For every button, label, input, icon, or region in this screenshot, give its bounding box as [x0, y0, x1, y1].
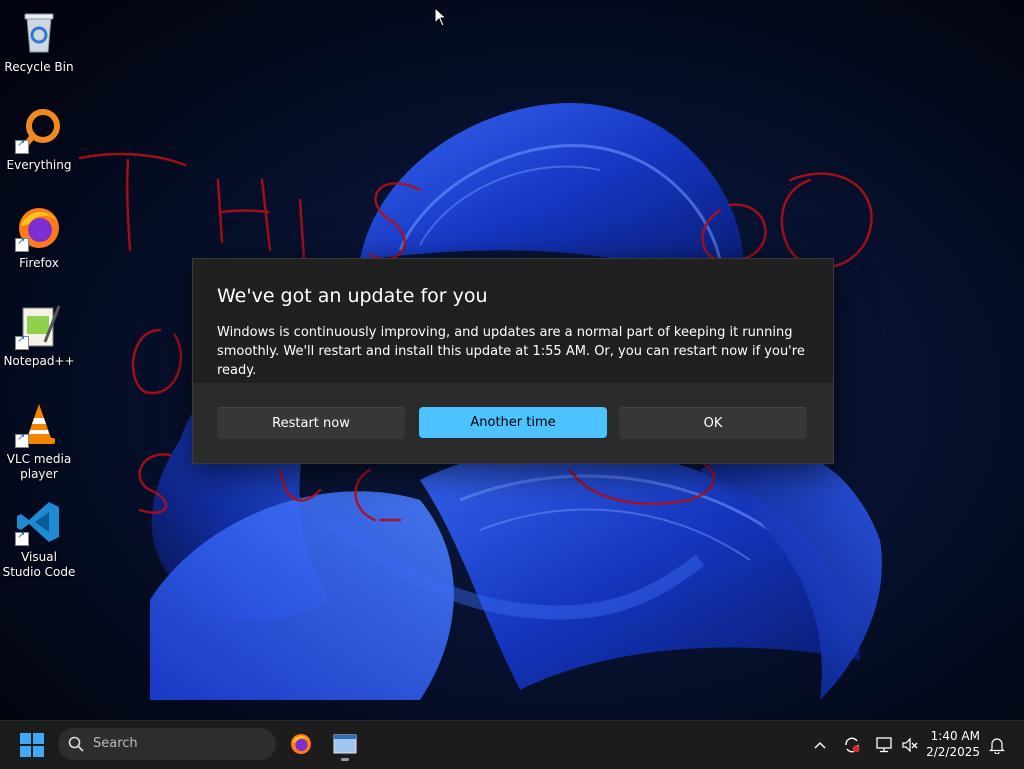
- sync-icon: [845, 737, 860, 753]
- taskbar: Search 1:40 AM 2/2/2025: [0, 720, 1024, 769]
- recycle-bin-icon: [15, 8, 63, 56]
- search-icon: [68, 736, 84, 752]
- show-hidden-icons-button[interactable]: [808, 733, 832, 757]
- taskbar-active-app-button[interactable]: [328, 727, 362, 761]
- desktop-icon-label: Notepad++: [3, 354, 75, 368]
- shortcut-arrow-icon: [15, 432, 29, 448]
- mouse-cursor-icon: [434, 6, 448, 31]
- desktop-icon-vscode[interactable]: Visual Studio Code: [0, 498, 78, 580]
- shortcut-arrow-icon: [15, 530, 29, 546]
- search-placeholder: Search: [93, 736, 138, 751]
- dialog-title: We've got an update for you: [217, 285, 488, 307]
- chevron-up-icon: [814, 742, 826, 749]
- firefox-icon: [291, 734, 311, 754]
- volume-muted-icon: [902, 737, 918, 753]
- active-indicator: [341, 758, 349, 761]
- network-tray-button[interactable]: [872, 733, 896, 757]
- desktop-icon-label: Recycle Bin: [4, 60, 74, 74]
- update-dialog: We've got an update for you Windows is c…: [192, 258, 834, 464]
- desktop-icon-firefox[interactable]: Firefox: [0, 204, 78, 271]
- notifications-button[interactable]: [986, 733, 1008, 757]
- clock-date: 2/2/2025: [926, 745, 980, 759]
- windows-logo-icon: [20, 733, 44, 757]
- shortcut-arrow-icon: [15, 236, 29, 252]
- taskbar-search-box[interactable]: Search: [58, 728, 276, 760]
- desktop-icon-label: Firefox: [19, 256, 59, 270]
- vscode-icon: [15, 498, 63, 546]
- dialog-footer: Restart now Another time OK: [193, 383, 833, 463]
- start-button[interactable]: [14, 729, 50, 761]
- volume-tray-button[interactable]: [898, 733, 922, 757]
- desktop-icon-label: Visual Studio Code: [2, 550, 76, 579]
- ok-button[interactable]: OK: [619, 407, 807, 439]
- notepad-plus-plus-icon: [15, 302, 63, 350]
- firefox-icon: [15, 204, 63, 252]
- desktop-icon-vlc[interactable]: VLC media player: [0, 400, 78, 482]
- desktop-icon-recycle-bin[interactable]: Recycle Bin: [0, 8, 78, 75]
- restart-now-button[interactable]: Restart now: [217, 407, 405, 439]
- shortcut-arrow-icon: [15, 334, 29, 350]
- clock-time: 1:40 AM: [930, 729, 980, 743]
- desktop-icon-everything[interactable]: Everything: [0, 106, 78, 173]
- notification-bell-icon: [989, 738, 1005, 754]
- vlc-cone-icon: [15, 400, 63, 448]
- everything-search-icon: [15, 106, 63, 154]
- network-icon: [876, 737, 892, 753]
- taskbar-firefox-button[interactable]: [284, 727, 318, 761]
- dialog-message: Windows is continuously improving, and u…: [217, 325, 805, 378]
- desktop-icon-notepad-plus-plus[interactable]: Notepad++: [0, 302, 78, 369]
- clock[interactable]: 1:40 AM 2/2/2025: [924, 729, 980, 759]
- dialog-content: We've got an update for you Windows is c…: [193, 259, 833, 383]
- window-app-icon: [333, 734, 357, 754]
- sync-tray-button[interactable]: [840, 733, 864, 757]
- desktop-icon-label: Everything: [6, 158, 72, 172]
- shortcut-arrow-icon: [15, 138, 29, 154]
- desktop-icon-label: VLC media player: [6, 452, 72, 481]
- another-time-button[interactable]: Another time: [419, 407, 607, 438]
